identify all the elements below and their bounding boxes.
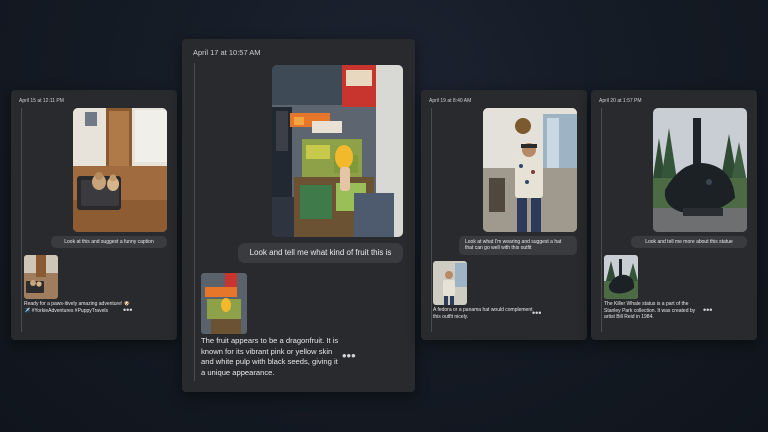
conversation-card-3: April 19 at 8:40 AM Look at what I'm wea… — [421, 90, 587, 340]
user-prompt-bubble: Look at what I'm wearing and suggest a h… — [459, 236, 577, 255]
assistant-reply: Ready for a paws-itively amazing adventu… — [24, 301, 130, 314]
more-options-button[interactable]: ••• — [342, 349, 356, 362]
reply-thumbnail[interactable] — [604, 255, 638, 299]
reply-thumbnail[interactable] — [24, 255, 58, 299]
user-prompt-bubble: Look and tell me more about this statue — [631, 236, 747, 249]
more-options-button[interactable]: ••• — [532, 309, 541, 318]
thread-rail — [431, 108, 432, 332]
reply-thumbnail[interactable] — [201, 273, 247, 334]
statue-photo[interactable] — [653, 108, 747, 232]
conversation-card-1: April 15 at 12:11 PM Look at this and su… — [11, 90, 177, 340]
timestamp: April 20 at 1:57 PM — [599, 98, 642, 104]
user-prompt-bubble: Look at this and suggest a funny caption — [51, 236, 167, 249]
assistant-reply: The fruit appears to be a dragonfruit. I… — [201, 336, 339, 377]
dogs-photo[interactable] — [73, 108, 167, 232]
thread-rail — [194, 63, 195, 381]
thread-rail — [21, 108, 22, 332]
outfit-photo[interactable] — [483, 108, 577, 232]
showcase-stage: April 15 at 12:11 PM Look at this and su… — [0, 0, 768, 432]
timestamp: April 19 at 8:40 AM — [429, 98, 472, 104]
more-options-button[interactable]: ••• — [703, 306, 712, 315]
more-options-button[interactable]: ••• — [123, 306, 132, 315]
assistant-reply: The Killer Whale status is a part of the… — [604, 301, 696, 321]
conversation-card-2: April 17 at 10:57 AM Look and tell me wh… — [182, 39, 415, 392]
timestamp: April 15 at 12:11 PM — [19, 98, 64, 104]
timestamp: April 17 at 10:57 AM — [193, 48, 261, 57]
fruit-market-photo[interactable] — [272, 65, 403, 237]
thread-rail — [601, 108, 602, 332]
assistant-reply: A fedora or a panama hat would complemen… — [433, 307, 533, 320]
user-prompt-bubble: Look and tell me what kind of fruit this… — [238, 243, 403, 263]
conversation-card-4: April 20 at 1:57 PM Look and tell me mor… — [591, 90, 757, 340]
reply-thumbnail[interactable] — [433, 261, 467, 305]
